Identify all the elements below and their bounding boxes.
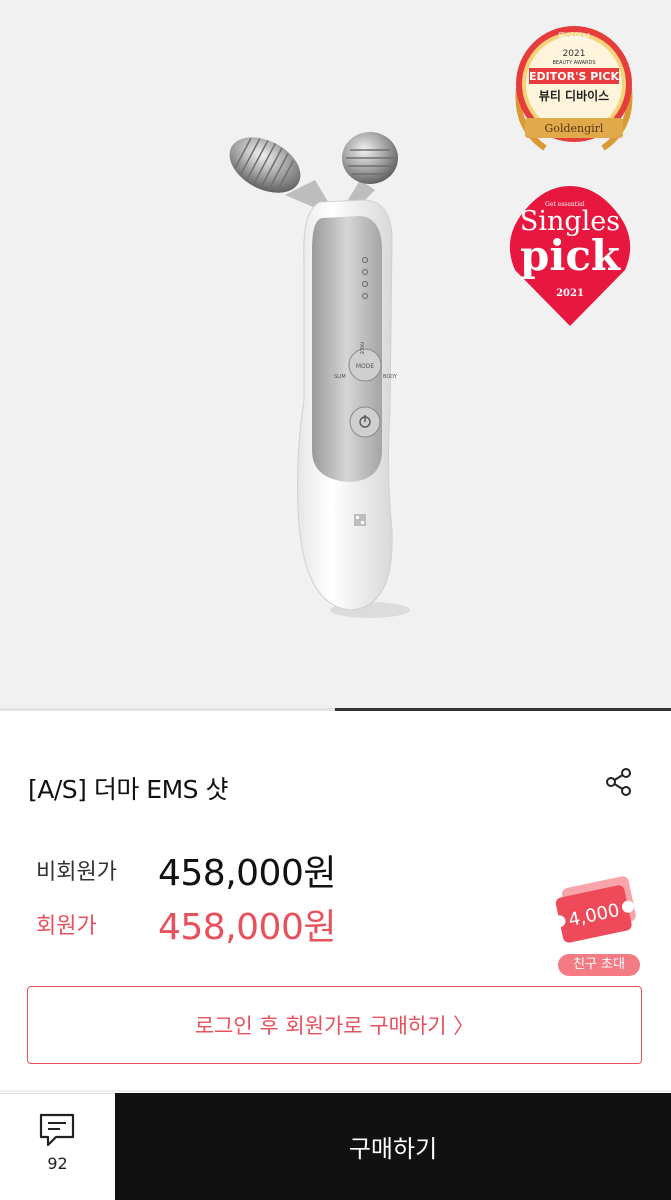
- buy-button[interactable]: 구매하기: [115, 1093, 671, 1200]
- divider: [0, 1090, 671, 1092]
- badge-singles-year: 2021: [556, 288, 584, 299]
- chat-icon: [39, 1113, 75, 1147]
- badge-category: 뷰티 디바이스: [539, 88, 609, 103]
- coupon-icon: 4,000: [553, 876, 636, 943]
- bottom-action-bar: 92 구매하기: [0, 1093, 671, 1200]
- carousel-progress-thumb: [335, 708, 671, 711]
- reviews-count: 92: [47, 1154, 68, 1173]
- nonmember-price-label: 비회원가: [36, 860, 117, 885]
- mode-label: MODE: [356, 363, 375, 370]
- product-image-gallery[interactable]: MODE SLIM BODY FACE 동아일보 2021 BEAUTY AWA…: [0, 0, 671, 708]
- badge-year: 2021: [563, 49, 586, 59]
- coupon-label: 친구 초대: [558, 954, 640, 976]
- editors-pick-badge: 동아일보 2021 BEAUTY AWARDS EDITOR'S PICK 뷰티…: [515, 26, 633, 151]
- product-image: MODE SLIM BODY FACE: [229, 132, 410, 618]
- nonmember-price-row: 비회원가 458,000원: [36, 842, 366, 894]
- login-member-purchase-button[interactable]: 로그인 후 회원가로 구매하기 〉: [27, 986, 642, 1064]
- product-title: [A/S] 더마 EMS 샷: [28, 775, 228, 804]
- badge-line2: pick: [520, 231, 621, 280]
- member-price-label: 회원가: [36, 914, 97, 939]
- friend-invite-coupon[interactable]: 4,000 친구 초대: [548, 868, 648, 978]
- nonmember-price-value: 458,000원: [158, 853, 337, 894]
- member-price-value: 458,000원: [158, 907, 337, 948]
- badge-brand: Goldengirl: [545, 122, 604, 135]
- face-label: FACE: [358, 342, 364, 354]
- singles-pick-badge: Get essential Singles pick 2021: [509, 186, 631, 326]
- share-button[interactable]: [603, 766, 635, 798]
- carousel-progress: [0, 708, 671, 711]
- slim-label: SLIM: [334, 374, 346, 380]
- product-title-row: [A/S] 더마 EMS 샷: [28, 766, 643, 806]
- badge-publisher: 동아일보: [557, 32, 590, 43]
- share-icon: [606, 768, 631, 796]
- member-price-row: 회원가 458,000원: [36, 896, 366, 948]
- badge-subtitle: BEAUTY AWARDS: [552, 60, 595, 66]
- badge-headline: EDITOR'S PICK: [529, 70, 619, 83]
- body-label: BODY: [383, 374, 398, 380]
- reviews-button[interactable]: 92: [0, 1093, 115, 1200]
